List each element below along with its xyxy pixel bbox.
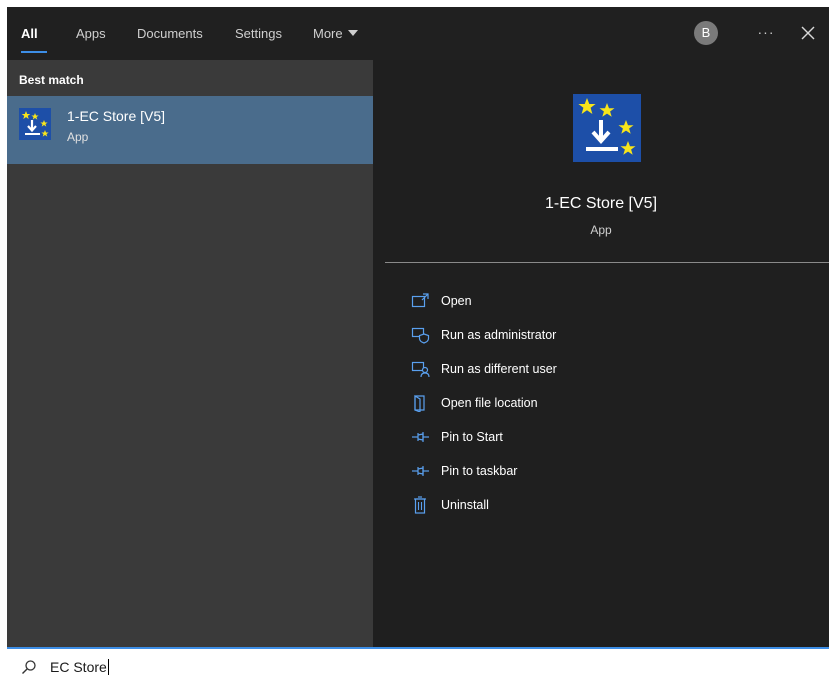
action-open-label: Open <box>441 294 472 308</box>
search-icon <box>22 660 36 674</box>
action-run-as-administrator[interactable]: Run as administrator <box>401 324 801 348</box>
tab-more[interactable]: More <box>313 27 358 47</box>
search-window: All Apps Documents Settings More B ··· B… <box>7 7 829 647</box>
search-input[interactable]: EC Store <box>50 659 109 675</box>
divider <box>385 262 829 263</box>
trash-icon <box>414 496 426 514</box>
user-avatar[interactable]: B <box>694 21 718 45</box>
chevron-down-icon <box>347 30 358 36</box>
pin-icon <box>412 466 429 476</box>
action-run-as-different-user[interactable]: Run as different user <box>401 358 801 382</box>
user-switch-icon <box>411 361 430 378</box>
tab-documents[interactable]: Documents <box>137 27 203 47</box>
shield-icon <box>411 327 430 344</box>
details-pane: 1-EC Store [V5] App Open Run as administ… <box>373 60 829 647</box>
text-caret <box>107 659 109 675</box>
action-pin-to-start-label: Pin to Start <box>441 430 503 444</box>
action-pin-to-start[interactable]: Pin to Start <box>401 426 801 450</box>
tab-settings[interactable]: Settings <box>235 27 282 47</box>
top-bar: All Apps Documents Settings More B ··· <box>7 7 829 60</box>
more-options-button[interactable]: ··· <box>756 21 776 45</box>
search-box[interactable]: EC Store <box>7 647 829 684</box>
app-large-icon <box>573 94 641 162</box>
detail-title: 1-EC Store [V5] <box>544 195 658 212</box>
best-match-result[interactable]: 1-EC Store [V5] App <box>7 96 373 164</box>
action-run-as-different-user-label: Run as different user <box>441 362 557 376</box>
close-icon <box>801 26 815 40</box>
tab-apps[interactable]: Apps <box>76 27 106 47</box>
pin-icon <box>412 432 429 442</box>
result-subtitle: App <box>67 130 89 144</box>
result-title: 1-EC Store [V5] <box>67 108 166 124</box>
action-pin-to-taskbar[interactable]: Pin to taskbar <box>401 460 801 484</box>
action-uninstall[interactable]: Uninstall <box>401 494 801 518</box>
search-query: EC Store <box>50 659 107 675</box>
open-icon <box>411 293 429 308</box>
action-open-file-location[interactable]: Open file location <box>401 392 801 416</box>
folder-icon <box>414 394 425 412</box>
action-run-as-administrator-label: Run as administrator <box>441 328 557 342</box>
tab-all[interactable]: All <box>21 27 38 47</box>
action-open[interactable]: Open <box>401 290 801 314</box>
action-pin-to-taskbar-label: Pin to taskbar <box>441 464 518 478</box>
best-match-heading: Best match <box>19 73 84 87</box>
app-icon <box>19 108 51 140</box>
close-button[interactable] <box>796 21 820 45</box>
detail-subtitle: App <box>590 223 612 237</box>
action-open-file-location-label: Open file location <box>441 396 538 410</box>
results-pane: Best match 1-EC Store [V5] App <box>7 60 373 647</box>
tab-more-label: More <box>313 26 343 41</box>
active-tab-indicator <box>21 51 47 53</box>
action-uninstall-label: Uninstall <box>441 498 489 512</box>
